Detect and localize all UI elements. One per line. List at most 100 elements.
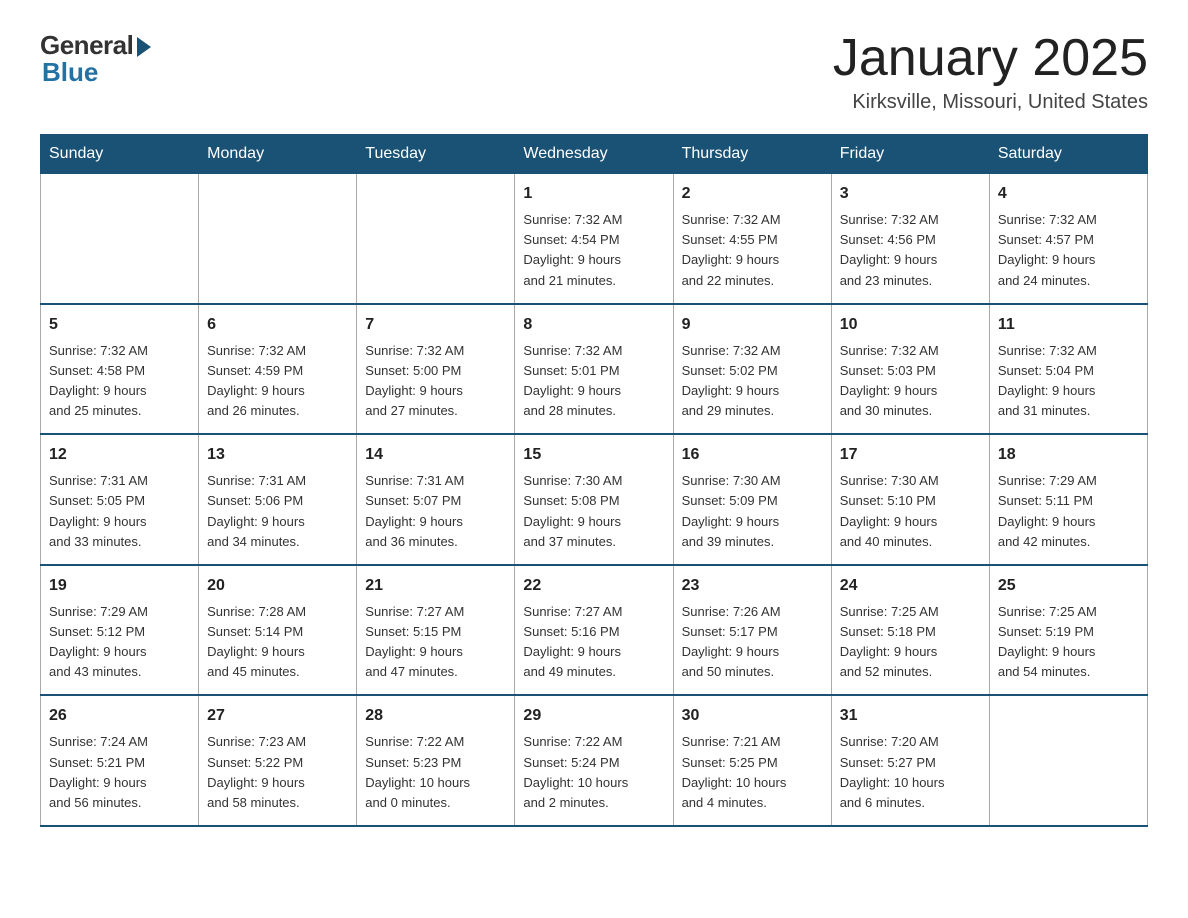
day-info: Sunrise: 7:26 AM Sunset: 5:17 PM Dayligh… — [682, 604, 781, 679]
calendar-day-cell: 22 Sunrise: 7:27 AM Sunset: 5:16 PM Dayli… — [515, 565, 673, 696]
day-number: 31 — [840, 704, 981, 728]
calendar-day-cell: 20 Sunrise: 7:28 AM Sunset: 5:14 PM Dayli… — [199, 565, 357, 696]
calendar-day-cell: 1Sunrise: 7:32 AM Sunset: 4:54 PM Daylig… — [515, 174, 673, 304]
day-number: 27 — [207, 704, 348, 728]
day-number: 21 — [365, 574, 506, 598]
calendar-day-header: Friday — [831, 135, 989, 174]
day-number: 20 — [207, 574, 348, 598]
day-number: 2 — [682, 182, 823, 206]
day-number: 12 — [49, 443, 190, 467]
month-title: January 2025 — [833, 30, 1148, 87]
calendar-day-cell: 13 Sunrise: 7:31 AM Sunset: 5:06 PM Dayli… — [199, 434, 357, 565]
day-number: 14 — [365, 443, 506, 467]
calendar-day-cell: 21 Sunrise: 7:27 AM Sunset: 5:15 PM Dayli… — [357, 565, 515, 696]
calendar-day-cell: 6Sunrise: 7:32 AM Sunset: 4:59 PM Daylig… — [199, 304, 357, 435]
page-header: General Blue January 2025 Kirksville, Mi… — [40, 30, 1148, 114]
day-info: Sunrise: 7:29 AM Sunset: 5:11 PM Dayligh… — [998, 473, 1097, 548]
calendar-day-cell: 2 Sunrise: 7:32 AM Sunset: 4:55 PM Daylig… — [673, 174, 831, 304]
day-info: Sunrise: 7:32 AM Sunset: 5:00 PM Dayligh… — [365, 343, 464, 418]
calendar-day-cell: 12 Sunrise: 7:31 AM Sunset: 5:05 PM Dayli… — [41, 434, 199, 565]
day-number: 11 — [998, 313, 1139, 337]
day-number: 28 — [365, 704, 506, 728]
day-number: 6 — [207, 313, 348, 337]
calendar-day-header: Thursday — [673, 135, 831, 174]
day-info: Sunrise: 7:27 AM Sunset: 5:16 PM Dayligh… — [523, 604, 622, 679]
calendar-week-row: 1Sunrise: 7:32 AM Sunset: 4:54 PM Daylig… — [41, 174, 1148, 304]
calendar-day-header: Monday — [199, 135, 357, 174]
day-info: Sunrise: 7:23 AM Sunset: 5:22 PM Dayligh… — [207, 734, 306, 809]
day-info: Sunrise: 7:32 AM Sunset: 4:54 PM Dayligh… — [523, 212, 622, 287]
title-block: January 2025 Kirksville, Missouri, Unite… — [833, 30, 1148, 114]
day-info: Sunrise: 7:32 AM Sunset: 5:03 PM Dayligh… — [840, 343, 939, 418]
calendar-day-cell: 19 Sunrise: 7:29 AM Sunset: 5:12 PM Dayli… — [41, 565, 199, 696]
day-info: Sunrise: 7:27 AM Sunset: 5:15 PM Dayligh… — [365, 604, 464, 679]
calendar-day-cell — [357, 174, 515, 304]
day-number: 10 — [840, 313, 981, 337]
day-info: Sunrise: 7:32 AM Sunset: 5:01 PM Dayligh… — [523, 343, 622, 418]
calendar-day-cell: 25 Sunrise: 7:25 AM Sunset: 5:19 PM Dayli… — [989, 565, 1147, 696]
day-info: Sunrise: 7:30 AM Sunset: 5:08 PM Dayligh… — [523, 473, 622, 548]
calendar-week-row: 12 Sunrise: 7:31 AM Sunset: 5:05 PM Dayli… — [41, 434, 1148, 565]
calendar-body: 1Sunrise: 7:32 AM Sunset: 4:54 PM Daylig… — [41, 174, 1148, 826]
day-info: Sunrise: 7:24 AM Sunset: 5:21 PM Dayligh… — [49, 734, 148, 809]
calendar-day-cell: 4Sunrise: 7:32 AM Sunset: 4:57 PM Daylig… — [989, 174, 1147, 304]
day-info: Sunrise: 7:32 AM Sunset: 5:04 PM Dayligh… — [998, 343, 1097, 418]
calendar-day-cell — [989, 695, 1147, 826]
calendar-day-cell: 18Sunrise: 7:29 AM Sunset: 5:11 PM Dayli… — [989, 434, 1147, 565]
calendar-day-cell: 16 Sunrise: 7:30 AM Sunset: 5:09 PM Dayli… — [673, 434, 831, 565]
day-info: Sunrise: 7:31 AM Sunset: 5:06 PM Dayligh… — [207, 473, 306, 548]
day-number: 9 — [682, 313, 823, 337]
location-text: Kirksville, Missouri, United States — [833, 91, 1148, 114]
day-number: 17 — [840, 443, 981, 467]
calendar-day-cell — [41, 174, 199, 304]
calendar-day-cell: 26Sunrise: 7:24 AM Sunset: 5:21 PM Dayli… — [41, 695, 199, 826]
day-info: Sunrise: 7:25 AM Sunset: 5:19 PM Dayligh… — [998, 604, 1097, 679]
calendar-day-cell: 30 Sunrise: 7:21 AM Sunset: 5:25 PM Dayli… — [673, 695, 831, 826]
calendar-day-cell: 9Sunrise: 7:32 AM Sunset: 5:02 PM Daylig… — [673, 304, 831, 435]
calendar-day-cell: 11 Sunrise: 7:32 AM Sunset: 5:04 PM Dayli… — [989, 304, 1147, 435]
day-info: Sunrise: 7:28 AM Sunset: 5:14 PM Dayligh… — [207, 604, 306, 679]
day-number: 23 — [682, 574, 823, 598]
calendar-week-row: 19 Sunrise: 7:29 AM Sunset: 5:12 PM Dayli… — [41, 565, 1148, 696]
day-info: Sunrise: 7:21 AM Sunset: 5:25 PM Dayligh… — [682, 734, 787, 809]
logo-blue-text: Blue — [42, 57, 98, 88]
calendar-table: SundayMondayTuesdayWednesdayThursdayFrid… — [40, 134, 1148, 827]
day-number: 5 — [49, 313, 190, 337]
day-number: 16 — [682, 443, 823, 467]
calendar-day-cell: 3 Sunrise: 7:32 AM Sunset: 4:56 PM Daylig… — [831, 174, 989, 304]
day-info: Sunrise: 7:22 AM Sunset: 5:24 PM Dayligh… — [523, 734, 628, 809]
day-number: 24 — [840, 574, 981, 598]
day-info: Sunrise: 7:32 AM Sunset: 4:55 PM Dayligh… — [682, 212, 781, 287]
day-info: Sunrise: 7:20 AM Sunset: 5:27 PM Dayligh… — [840, 734, 945, 809]
calendar-week-row: 26Sunrise: 7:24 AM Sunset: 5:21 PM Dayli… — [41, 695, 1148, 826]
day-number: 19 — [49, 574, 190, 598]
day-number: 13 — [207, 443, 348, 467]
day-number: 3 — [840, 182, 981, 206]
day-number: 8 — [523, 313, 664, 337]
day-number: 22 — [523, 574, 664, 598]
day-info: Sunrise: 7:31 AM Sunset: 5:05 PM Dayligh… — [49, 473, 148, 548]
calendar-day-cell — [199, 174, 357, 304]
calendar-day-cell: 28 Sunrise: 7:22 AM Sunset: 5:23 PM Dayli… — [357, 695, 515, 826]
calendar-day-cell: 17 Sunrise: 7:30 AM Sunset: 5:10 PM Dayli… — [831, 434, 989, 565]
day-info: Sunrise: 7:22 AM Sunset: 5:23 PM Dayligh… — [365, 734, 470, 809]
calendar-day-cell: 24 Sunrise: 7:25 AM Sunset: 5:18 PM Dayli… — [831, 565, 989, 696]
day-number: 29 — [523, 704, 664, 728]
day-info: Sunrise: 7:30 AM Sunset: 5:10 PM Dayligh… — [840, 473, 939, 548]
calendar-day-cell: 5 Sunrise: 7:32 AM Sunset: 4:58 PM Daylig… — [41, 304, 199, 435]
day-number: 15 — [523, 443, 664, 467]
calendar-day-header: Saturday — [989, 135, 1147, 174]
calendar-day-cell: 27 Sunrise: 7:23 AM Sunset: 5:22 PM Dayli… — [199, 695, 357, 826]
day-info: Sunrise: 7:30 AM Sunset: 5:09 PM Dayligh… — [682, 473, 781, 548]
calendar-day-cell: 10 Sunrise: 7:32 AM Sunset: 5:03 PM Dayli… — [831, 304, 989, 435]
day-info: Sunrise: 7:25 AM Sunset: 5:18 PM Dayligh… — [840, 604, 939, 679]
logo: General Blue — [40, 30, 151, 88]
calendar-header-row: SundayMondayTuesdayWednesdayThursdayFrid… — [41, 135, 1148, 174]
day-number: 25 — [998, 574, 1139, 598]
day-number: 30 — [682, 704, 823, 728]
day-info: Sunrise: 7:32 AM Sunset: 4:56 PM Dayligh… — [840, 212, 939, 287]
day-info: Sunrise: 7:29 AM Sunset: 5:12 PM Dayligh… — [49, 604, 148, 679]
calendar-day-header: Wednesday — [515, 135, 673, 174]
calendar-day-cell: 8 Sunrise: 7:32 AM Sunset: 5:01 PM Daylig… — [515, 304, 673, 435]
day-info: Sunrise: 7:32 AM Sunset: 4:58 PM Dayligh… — [49, 343, 148, 418]
